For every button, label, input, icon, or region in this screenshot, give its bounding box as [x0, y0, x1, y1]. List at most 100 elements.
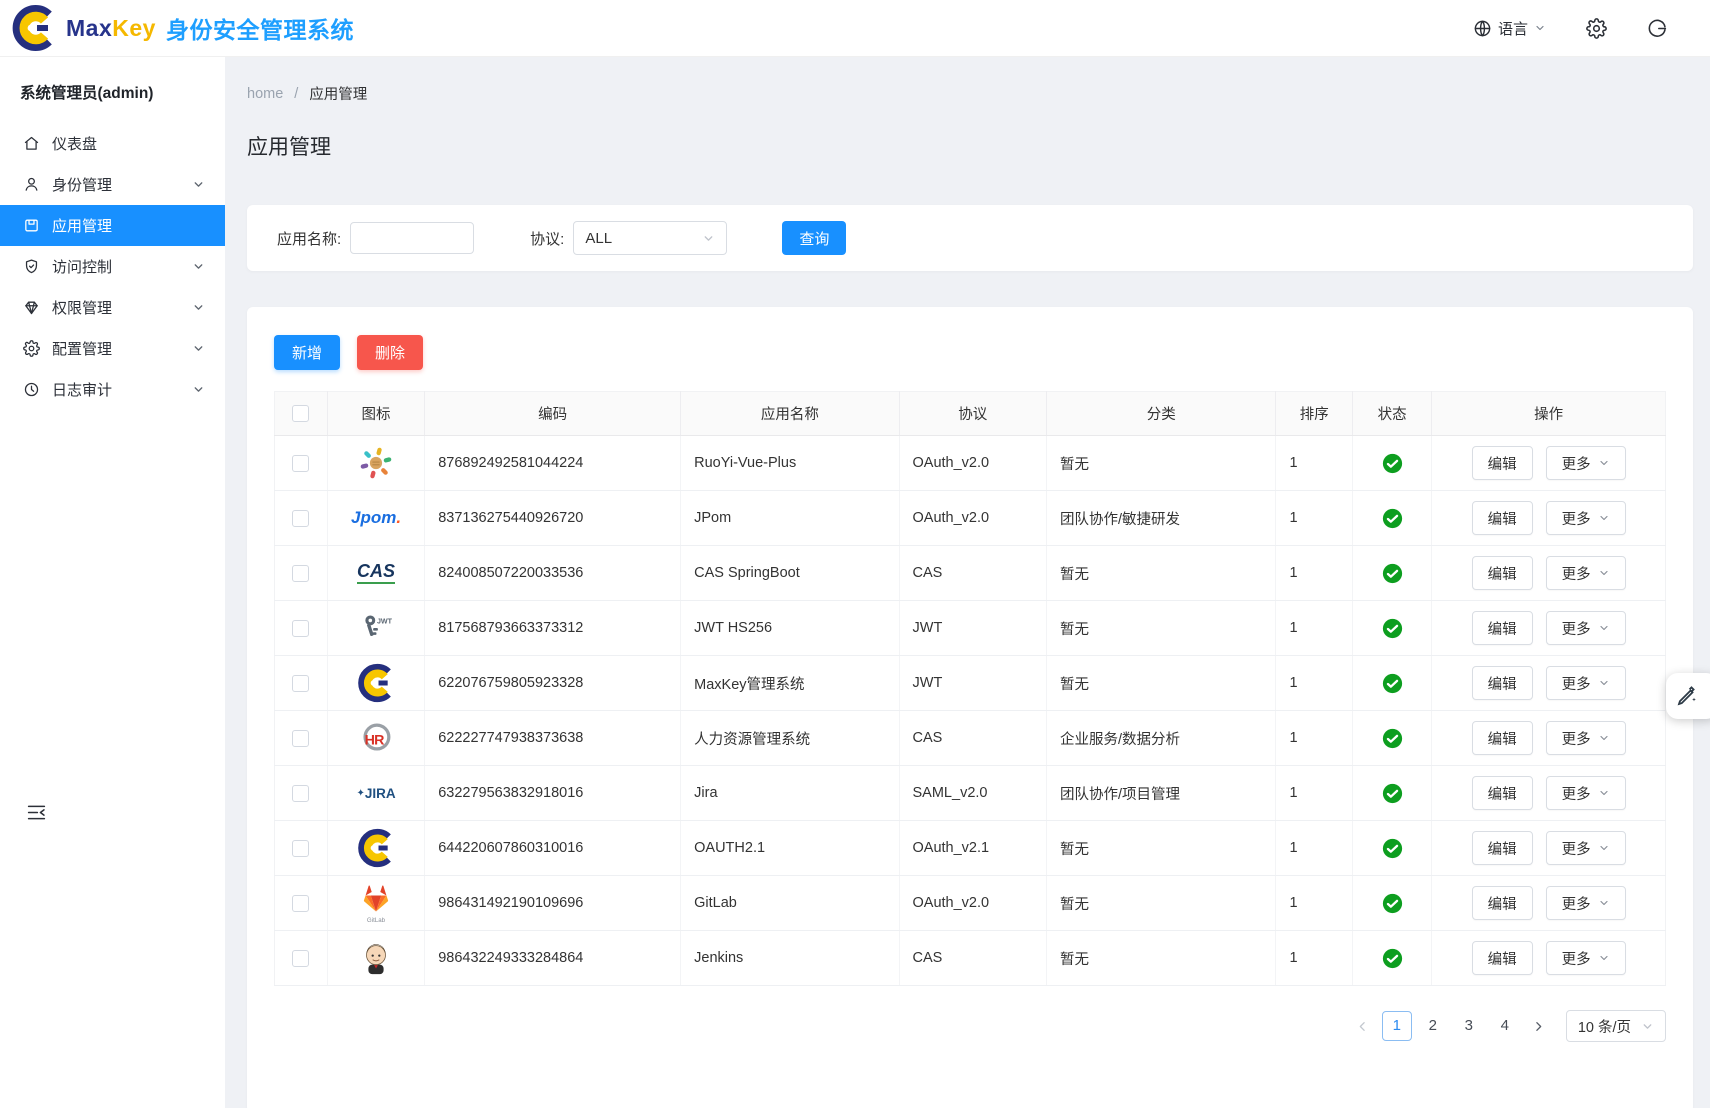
protocol-select-value: ALL	[585, 230, 612, 247]
table-row: ✦JIRA 632279563832918016 Jira SAML_v2.0 …	[275, 766, 1666, 821]
app-protocol: CAS	[899, 546, 1046, 601]
row-checkbox[interactable]	[292, 455, 309, 472]
ruoyi-icon	[356, 443, 396, 483]
filter-bar: 应用名称: 协议: ALL 查询	[247, 205, 1693, 271]
edit-button[interactable]: 编辑	[1472, 666, 1533, 700]
main-content: home / 应用管理 应用管理 应用名称: 协议: ALL 查询 新增 删除	[225, 57, 1710, 1108]
row-checkbox[interactable]	[292, 620, 309, 637]
row-checkbox[interactable]	[292, 510, 309, 527]
tools-icon	[1675, 684, 1699, 708]
protocol-select[interactable]: ALL	[573, 221, 727, 255]
sidebar-item-audit[interactable]: 日志审计	[0, 369, 225, 410]
breadcrumb-home[interactable]: home	[247, 86, 283, 102]
edit-button[interactable]: 编辑	[1472, 941, 1533, 975]
gem-icon	[23, 299, 40, 316]
language-menu[interactable]: 语言	[1473, 18, 1546, 39]
more-button[interactable]: 更多	[1546, 831, 1626, 865]
table-row: GitLab 986431492190109696 GitLab OAuth_v…	[275, 876, 1666, 931]
more-button[interactable]: 更多	[1546, 501, 1626, 535]
app-protocol: OAuth_v2.0	[899, 876, 1046, 931]
app-protocol: JWT	[899, 601, 1046, 656]
protocol-label: 协议:	[530, 228, 564, 249]
globe-icon	[1473, 19, 1492, 38]
page-button-1[interactable]: 1	[1382, 1011, 1412, 1041]
jenkins-icon	[356, 938, 396, 978]
status-enabled-icon	[1382, 783, 1403, 804]
row-checkbox[interactable]	[292, 675, 309, 692]
pagination: 1234 10 条/页	[274, 1010, 1666, 1042]
sidebar-item-identity[interactable]: 身份管理	[0, 164, 225, 205]
column-header-icon: 图标	[327, 392, 424, 436]
cas-icon: CAS	[356, 553, 396, 593]
edit-button[interactable]: 编辑	[1472, 501, 1533, 535]
sidebar-item-config[interactable]: 配置管理	[0, 328, 225, 369]
search-button[interactable]: 查询	[782, 221, 846, 255]
select-all-checkbox[interactable]	[292, 405, 309, 422]
edit-button[interactable]: 编辑	[1472, 886, 1533, 920]
app-name-input[interactable]	[350, 222, 474, 254]
sidebar-item-dashboard[interactable]: 仪表盘	[0, 123, 225, 164]
app-code: 622076759805923328	[425, 656, 681, 711]
page-button-2[interactable]: 2	[1418, 1011, 1448, 1041]
row-checkbox[interactable]	[292, 785, 309, 802]
page-button-4[interactable]: 4	[1490, 1011, 1520, 1041]
status-enabled-icon	[1382, 618, 1403, 639]
table-row: Jpom. 837136275440926720 JPom OAuth_v2.0…	[275, 491, 1666, 546]
app-category: 暂无	[1046, 876, 1276, 931]
prev-page-button[interactable]	[1350, 1011, 1376, 1041]
edit-button[interactable]: 编辑	[1472, 831, 1533, 865]
chevron-down-icon	[192, 178, 205, 191]
row-checkbox[interactable]	[292, 730, 309, 747]
chevron-down-icon	[1598, 952, 1610, 964]
app-sort: 1	[1276, 656, 1353, 711]
settings-gear-icon[interactable]	[1586, 18, 1607, 39]
row-checkbox[interactable]	[292, 565, 309, 582]
sidebar-collapse-icon[interactable]	[26, 802, 47, 823]
page-size-select[interactable]: 10 条/页	[1566, 1010, 1666, 1042]
breadcrumb-separator: /	[294, 86, 298, 102]
floating-tools-button[interactable]	[1666, 673, 1710, 719]
sidebar-item-access[interactable]: 访问控制	[0, 246, 225, 287]
edit-button[interactable]: 编辑	[1472, 776, 1533, 810]
chevron-down-icon	[1598, 842, 1610, 854]
sidebar-item-permission[interactable]: 权限管理	[0, 287, 225, 328]
more-button[interactable]: 更多	[1546, 611, 1626, 645]
row-checkbox[interactable]	[292, 950, 309, 967]
app-sort: 1	[1276, 931, 1353, 986]
edit-button[interactable]: 编辑	[1472, 611, 1533, 645]
app-sort: 1	[1276, 711, 1353, 766]
language-label: 语言	[1498, 18, 1528, 39]
edit-button[interactable]: 编辑	[1472, 446, 1533, 480]
app-name: JWT HS256	[681, 601, 899, 656]
more-button[interactable]: 更多	[1546, 721, 1626, 755]
more-button[interactable]: 更多	[1546, 776, 1626, 810]
page-size-value: 10 条/页	[1578, 1016, 1631, 1037]
edit-button[interactable]: 编辑	[1472, 556, 1533, 590]
add-button[interactable]: 新增	[274, 335, 340, 370]
next-page-button[interactable]	[1526, 1011, 1552, 1041]
svg-text:GitLab: GitLab	[367, 917, 386, 924]
app-category: 企业服务/数据分析	[1046, 711, 1276, 766]
app-window-icon	[23, 217, 40, 234]
column-header-protocol: 协议	[899, 392, 1046, 436]
toolbar: 新增 删除	[274, 335, 1666, 370]
edit-button[interactable]: 编辑	[1472, 721, 1533, 755]
more-button[interactable]: 更多	[1546, 666, 1626, 700]
table-card: 新增 删除 图标 编码 应用名称	[247, 307, 1693, 1108]
more-button[interactable]: 更多	[1546, 556, 1626, 590]
logout-icon[interactable]	[1647, 18, 1668, 39]
app-code: 986432249333284864	[425, 931, 681, 986]
app-name: Jira	[681, 766, 899, 821]
row-checkbox[interactable]	[292, 840, 309, 857]
sidebar-item-apps[interactable]: 应用管理	[0, 205, 225, 246]
more-button[interactable]: 更多	[1546, 941, 1626, 975]
brand-title: 身份安全管理系统	[166, 11, 354, 45]
more-button[interactable]: 更多	[1546, 446, 1626, 480]
more-button[interactable]: 更多	[1546, 886, 1626, 920]
page-button-3[interactable]: 3	[1454, 1011, 1484, 1041]
app-name: OAUTH2.1	[681, 821, 899, 876]
chevron-down-icon	[1598, 787, 1610, 799]
delete-button[interactable]: 删除	[357, 335, 423, 370]
app-category: 团队协作/项目管理	[1046, 766, 1276, 821]
row-checkbox[interactable]	[292, 895, 309, 912]
